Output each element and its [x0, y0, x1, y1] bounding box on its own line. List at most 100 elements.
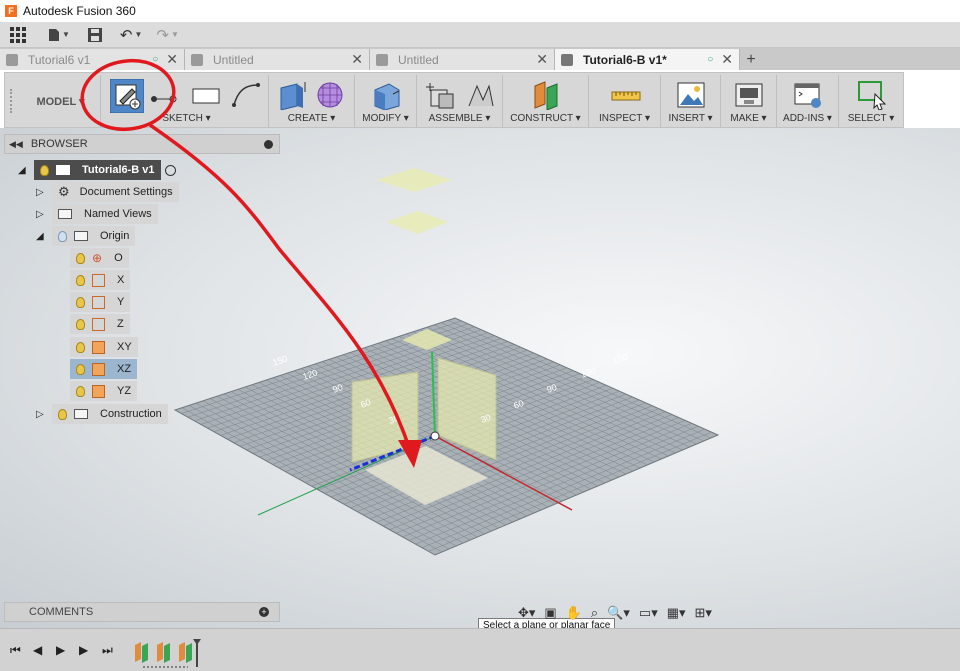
data-panel-grid-icon[interactable] — [10, 24, 26, 46]
viewports-icon[interactable]: ⊞▾ — [695, 605, 712, 621]
visibility-bulb-icon[interactable] — [76, 363, 85, 375]
visibility-bulb-icon[interactable] — [76, 296, 85, 308]
modify-group[interactable]: MODIFY ▾ — [355, 75, 417, 127]
3d-print-icon[interactable] — [734, 80, 764, 110]
collapse-triangle-icon[interactable]: ◢ — [18, 165, 28, 176]
close-icon[interactable]: ✕ — [351, 51, 363, 68]
insert-menu-label[interactable]: INSERT ▾ — [661, 113, 720, 124]
assemble-menu-label[interactable]: ASSEMBLE ▾ — [417, 113, 502, 124]
undo-button[interactable]: ↶ ▼ — [120, 24, 143, 46]
axis-x-item[interactable]: X — [70, 270, 131, 290]
offset-plane-feature-icon[interactable] — [179, 642, 192, 663]
add-ins-group[interactable]: ADD-INS ▾ — [777, 75, 839, 127]
visibility-bulb-icon[interactable] — [76, 318, 85, 330]
plane-xy-item[interactable]: XY — [70, 337, 138, 357]
tree-node-plane-xy[interactable]: XY — [70, 337, 138, 357]
tree-node-plane-yz[interactable]: YZ — [70, 381, 138, 401]
origin-item[interactable]: Origin — [52, 226, 136, 246]
tree-node-construction[interactable]: ▷ Construction — [36, 404, 168, 424]
modify-menu-label[interactable]: MODIFY ▾ — [355, 113, 416, 124]
display-settings-icon[interactable]: ▭▾ — [639, 605, 658, 621]
go-to-start-icon[interactable]: ⏮ — [10, 643, 21, 658]
activate-radio-icon[interactable] — [164, 164, 176, 176]
make-group[interactable]: MAKE ▾ — [721, 75, 777, 127]
new-component-icon[interactable] — [425, 80, 455, 110]
timeline-features[interactable] — [133, 639, 205, 669]
insert-group[interactable]: INSERT ▾ — [661, 75, 721, 127]
rectangle-icon[interactable] — [191, 85, 221, 107]
tab-tutorial6[interactable]: Tutorial6 v1 ○ ✕ — [0, 49, 185, 70]
sketch-menu-label[interactable]: SKETCH ▾ — [105, 113, 268, 124]
fit-zoom-icon[interactable]: 🔍▾ — [607, 605, 630, 621]
look-at-icon[interactable]: ▣ — [544, 605, 556, 621]
orbit-icon[interactable]: ✥▾ — [518, 605, 535, 621]
step-back-icon[interactable]: ◀ — [33, 643, 42, 657]
spline-icon[interactable] — [231, 81, 261, 109]
add-ins-menu-label[interactable]: ADD-INS ▾ — [777, 113, 838, 124]
new-tab-button[interactable]: + — [740, 49, 762, 70]
canvas-viewport[interactable]: 150 120 90 60 30 30 60 90 120 150 Select… — [0, 128, 960, 633]
document-settings-item[interactable]: ⚙ Document Settings — [52, 182, 179, 202]
tree-node-plane-xz[interactable]: XZ — [70, 359, 138, 379]
axis-z-item[interactable]: Z — [70, 314, 130, 334]
go-to-end-icon[interactable]: ⏭ — [102, 643, 113, 658]
origin-point-item[interactable]: ⊕ O — [70, 248, 129, 268]
inspect-group[interactable]: INSPECT ▾ — [589, 75, 661, 127]
close-icon[interactable]: ✕ — [166, 51, 178, 68]
collapse-triangle-icon[interactable]: ◢ — [36, 231, 46, 242]
visibility-bulb-icon[interactable] — [40, 164, 49, 176]
visibility-bulb-icon[interactable] — [76, 252, 85, 264]
create-sketch-icon[interactable] — [110, 79, 144, 113]
visibility-bulb-icon[interactable] — [58, 408, 67, 420]
close-icon[interactable]: ✕ — [721, 51, 733, 68]
comments-panel[interactable]: COMMENTS + — [4, 602, 280, 622]
zoom-icon[interactable]: ⌕ — [591, 605, 598, 621]
construct-group[interactable]: CONSTRUCT ▾ — [503, 75, 589, 127]
assemble-group[interactable]: ASSEMBLE ▾ — [417, 75, 503, 127]
pan-hand-icon[interactable]: ✋ — [566, 605, 582, 621]
offset-plane-feature-icon[interactable] — [157, 642, 170, 663]
tree-node-named-views[interactable]: ▷ Named Views — [36, 204, 158, 224]
tree-node-axis-x[interactable]: X — [70, 270, 131, 290]
select-menu-label[interactable]: SELECT ▾ — [839, 113, 903, 124]
expand-triangle-icon[interactable]: ▷ — [36, 187, 46, 198]
insert-image-icon[interactable] — [676, 80, 706, 110]
named-views-item[interactable]: Named Views — [52, 204, 158, 224]
construct-menu-label[interactable]: CONSTRUCT ▾ — [503, 113, 588, 124]
tab-untitled-2[interactable]: Untitled ✕ — [370, 49, 555, 70]
create-menu-label[interactable]: CREATE ▾ — [269, 113, 354, 124]
tree-node-axis-z[interactable]: Z — [70, 314, 130, 334]
pin-icon[interactable] — [264, 139, 273, 149]
collapse-panel-icon[interactable]: ◀◀ — [9, 139, 23, 150]
line-icon[interactable] — [151, 85, 177, 107]
expand-triangle-icon[interactable]: ▷ — [36, 409, 46, 420]
press-pull-icon[interactable] — [371, 80, 401, 110]
tree-node-origin-o[interactable]: ⊕ O — [70, 248, 129, 268]
visibility-bulb-icon[interactable] — [58, 230, 67, 242]
extrude-icon[interactable] — [277, 80, 307, 110]
tree-node-origin[interactable]: ◢ Origin — [36, 226, 136, 246]
tree-node-root[interactable]: ◢ Tutorial6-B v1 — [18, 160, 176, 180]
play-icon[interactable]: ▶ — [56, 643, 65, 657]
tab-tutorial6-b[interactable]: Tutorial6-B v1* ○ ✕ — [555, 49, 740, 70]
origin-point[interactable] — [430, 431, 440, 441]
visibility-bulb-icon[interactable] — [76, 385, 85, 397]
plane-xz-item[interactable]: XZ — [70, 359, 138, 379]
inspect-menu-label[interactable]: INSPECT ▾ — [589, 113, 660, 124]
close-icon[interactable]: ✕ — [536, 51, 548, 68]
grid-settings-icon[interactable]: ▦▾ — [667, 605, 686, 621]
scripts-addins-icon[interactable] — [793, 80, 823, 110]
save-button[interactable] — [87, 24, 102, 46]
visibility-bulb-icon[interactable] — [76, 274, 85, 286]
add-comment-icon[interactable]: + — [259, 607, 269, 617]
browser-panel-header[interactable]: ◀◀ BROWSER — [4, 134, 280, 154]
axis-y-item[interactable]: Y — [70, 292, 131, 312]
plane-yz-item[interactable]: YZ — [70, 381, 138, 401]
visibility-bulb-icon[interactable] — [76, 341, 85, 353]
offset-plane-feature-icon[interactable] — [135, 642, 148, 663]
make-menu-label[interactable]: MAKE ▾ — [721, 113, 776, 124]
file-menu-button[interactable]: ▼ — [48, 24, 70, 46]
offset-plane-icon[interactable] — [531, 80, 561, 110]
redo-button[interactable]: ↷ ▼ — [156, 24, 179, 46]
create-group[interactable]: CREATE ▾ — [269, 75, 355, 127]
